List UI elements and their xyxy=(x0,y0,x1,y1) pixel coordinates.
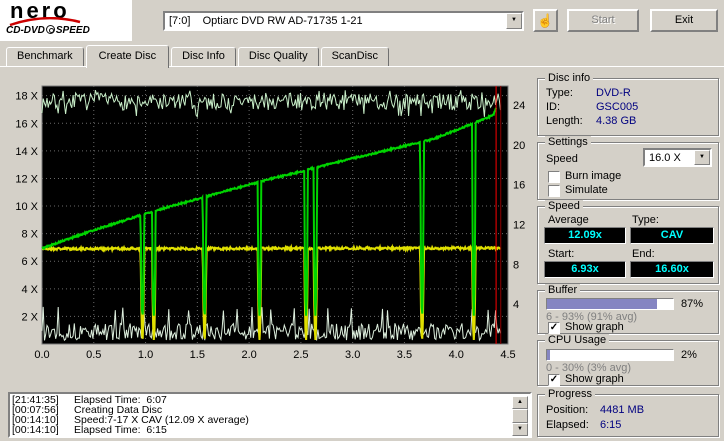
disc-type-label: Type: xyxy=(546,87,573,99)
start-speed-value: 6.93x xyxy=(544,261,626,278)
disc-length-value: 4.38 GB xyxy=(596,115,637,127)
cpu-show-graph-label: Show graph xyxy=(565,373,624,385)
svg-text:4: 4 xyxy=(513,299,519,311)
progress-group: Progress Position: 4481 MB Elapsed: 6:15 xyxy=(537,388,719,437)
svg-text:20: 20 xyxy=(513,140,525,152)
tab-disc-info[interactable]: Disc Info xyxy=(171,47,236,66)
disc-type-value: DVD-R xyxy=(596,87,631,99)
buffer-percent: 87% xyxy=(681,298,704,310)
drive-selector-value: [7:0] Optiarc DVD RW AD-71735 1-21 xyxy=(169,15,363,27)
hand-icon: ☝ xyxy=(537,13,554,28)
cpu-bar xyxy=(546,349,674,361)
nero-logo: nero CD-DVD SPEED xyxy=(0,0,132,41)
end-speed-value: 16.60x xyxy=(630,261,714,278)
scroll-down-icon[interactable]: ▼ xyxy=(512,423,528,436)
average-speed-value: 12.09x xyxy=(544,227,626,244)
buffer-group: Buffer 87% 6 - 93% (91% avg) ✓ Show grap… xyxy=(537,284,719,334)
svg-text:8 X: 8 X xyxy=(21,229,38,241)
cpu-title: CPU Usage xyxy=(545,334,610,347)
drive-selector[interactable]: [7:0] Optiarc DVD RW AD-71735 1-21 ▼ xyxy=(163,11,524,31)
buffer-title: Buffer xyxy=(545,284,581,297)
speed-chart: 2 X 4 X 6 X 8 X 10 X 12 X 14 X 16 X 18 X 0.0 0.5 1.… xyxy=(15,85,525,361)
svg-text:10 X: 10 X xyxy=(15,201,38,213)
chevron-down-icon[interactable]: ▼ xyxy=(694,150,710,165)
chevron-down-icon[interactable]: ▼ xyxy=(506,13,522,29)
svg-text:1.0: 1.0 xyxy=(138,349,153,361)
cpu-percent: 2% xyxy=(681,349,697,361)
end-speed-label: End: xyxy=(632,248,655,260)
svg-text:16: 16 xyxy=(513,180,525,192)
elapsed-label: Elapsed: xyxy=(546,419,589,431)
svg-text:0.0: 0.0 xyxy=(34,349,49,361)
svg-text:3.0: 3.0 xyxy=(345,349,360,361)
svg-text:18 X: 18 X xyxy=(15,91,38,103)
svg-text:24: 24 xyxy=(513,100,525,112)
svg-text:6 X: 6 X xyxy=(21,256,38,268)
svg-text:3.5: 3.5 xyxy=(397,349,412,361)
average-label: Average xyxy=(548,214,589,226)
nero-cdspeed-window: nero CD-DVD SPEED [7:0] Optiarc DVD RW AD… xyxy=(0,0,724,441)
cpu-bar-fill xyxy=(547,350,550,360)
position-label: Position: xyxy=(546,404,589,416)
settings-title: Settings xyxy=(545,136,591,149)
tab-scandisc[interactable]: ScanDisc xyxy=(320,47,390,66)
simulate-label: Simulate xyxy=(565,184,608,196)
log-scrollbar[interactable]: ▲ ▼ xyxy=(512,396,528,436)
buffer-show-graph-checkbox[interactable]: ✓ xyxy=(548,322,560,334)
svg-text:16 X: 16 X xyxy=(15,118,38,130)
svg-text:4.5: 4.5 xyxy=(500,349,515,361)
disc-info-title: Disc info xyxy=(545,72,594,85)
disc-length-label: Length: xyxy=(546,115,583,127)
speed-group: Speed Average Type: 12.09x CAV Start: En… xyxy=(537,200,719,284)
svg-text:12: 12 xyxy=(513,219,525,231)
speed-type-value: CAV xyxy=(630,227,714,244)
svg-text:2 X: 2 X xyxy=(21,311,38,323)
svg-text:4.0: 4.0 xyxy=(449,349,464,361)
speed-setting-label: Speed xyxy=(546,153,578,165)
svg-text:1.5: 1.5 xyxy=(190,349,205,361)
write-speed-selector[interactable]: 16.0 X ▼ xyxy=(643,148,712,167)
type-label: Type: xyxy=(632,214,659,226)
exit-button[interactable]: Exit xyxy=(650,9,718,32)
svg-text:12 X: 12 X xyxy=(15,173,38,185)
tab-benchmark[interactable]: Benchmark xyxy=(6,47,84,66)
log-entry: [00:14:10] Elapsed Time: 6:15 xyxy=(12,424,167,436)
progress-title: Progress xyxy=(545,388,596,401)
burn-image-label: Burn image xyxy=(565,170,622,182)
speed-title: Speed xyxy=(545,200,583,213)
svg-text:2.5: 2.5 xyxy=(293,349,308,361)
eject-hand-button[interactable]: ☝ xyxy=(533,9,558,32)
cdspeed-brand-left: CD-DVD xyxy=(6,25,45,36)
svg-text:0.5: 0.5 xyxy=(86,349,101,361)
svg-text:14 X: 14 X xyxy=(15,146,38,158)
disc-id-value: GSC005 xyxy=(596,101,639,113)
start-speed-label: Start: xyxy=(548,248,575,260)
disc-info-group: Disc info Type: DVD-R ID: GSC005 Length:… xyxy=(537,72,719,136)
tab-strip: Benchmark Create Disc Disc Info Disc Qua… xyxy=(6,45,391,68)
scrollbar-thumb[interactable] xyxy=(512,409,528,423)
position-value: 4481 MB xyxy=(600,404,645,416)
buffer-show-graph-label: Show graph xyxy=(565,321,624,333)
scroll-up-icon[interactable]: ▲ xyxy=(512,396,528,409)
svg-text:8: 8 xyxy=(513,259,519,271)
tab-create-disc[interactable]: Create Disc xyxy=(85,45,170,68)
buffer-bar-fill xyxy=(547,299,657,309)
event-log: [21:41:35] Elapsed Time: 6:07 [00:07:56] C… xyxy=(8,392,532,438)
disc-icon xyxy=(45,25,55,34)
start-button[interactable]: Start xyxy=(567,9,639,32)
disc-id-label: ID: xyxy=(546,101,561,113)
svg-text:2.0: 2.0 xyxy=(241,349,256,361)
cpu-group: CPU Usage 2% 0 - 30% (3% avg) ✓ Show gra… xyxy=(537,334,719,386)
buffer-bar xyxy=(546,298,674,310)
write-speed-value: 16.0 X xyxy=(649,152,681,164)
burn-image-checkbox[interactable]: ✓ xyxy=(548,171,560,183)
simulate-checkbox[interactable]: ✓ xyxy=(548,185,560,197)
elapsed-value: 6:15 xyxy=(600,419,622,431)
cdspeed-brand-right: SPEED xyxy=(55,25,90,36)
svg-text:4 X: 4 X xyxy=(21,284,38,296)
cpu-show-graph-checkbox[interactable]: ✓ xyxy=(548,374,560,386)
tab-disc-quality[interactable]: Disc Quality xyxy=(237,47,319,66)
